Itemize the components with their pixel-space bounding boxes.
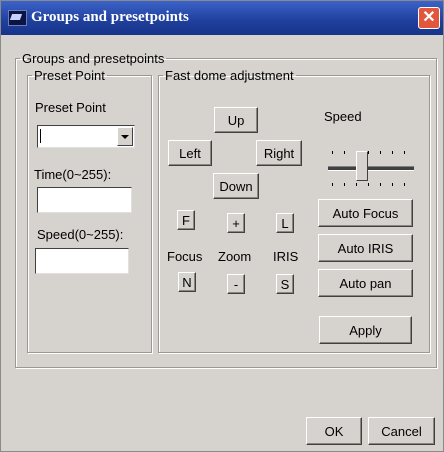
dialog-window: Groups and presetpoints ✕ Groups and pre… bbox=[0, 0, 444, 452]
up-button[interactable]: Up bbox=[214, 107, 258, 133]
time-label: Time(0~255): bbox=[34, 167, 112, 182]
iris-small-button[interactable]: S bbox=[276, 274, 294, 294]
close-icon[interactable]: ✕ bbox=[418, 7, 440, 29]
zoom-in-button[interactable]: + bbox=[227, 213, 245, 233]
text-caret bbox=[40, 129, 41, 143]
left-button[interactable]: Left bbox=[168, 140, 212, 166]
focus-near-button[interactable]: N bbox=[178, 272, 196, 292]
cancel-button[interactable]: Cancel bbox=[368, 417, 435, 445]
iris-large-button[interactable]: L bbox=[276, 213, 294, 233]
auto-pan-button[interactable]: Auto pan bbox=[318, 269, 413, 297]
focus-label: Focus bbox=[167, 249, 203, 264]
apply-button[interactable]: Apply bbox=[319, 316, 412, 344]
app-icon bbox=[8, 10, 27, 26]
iris-label: IRIS bbox=[273, 249, 299, 264]
speed-slider-track[interactable] bbox=[328, 157, 414, 177]
right-button[interactable]: Right bbox=[256, 140, 302, 166]
preset-point-legend: Preset Point bbox=[34, 68, 105, 83]
groups-presetpoints-legend: Groups and presetpoints bbox=[22, 51, 165, 66]
zoom-out-button[interactable]: - bbox=[227, 274, 245, 294]
preset-point-label: Preset Point bbox=[35, 100, 106, 115]
auto-focus-button[interactable]: Auto Focus bbox=[318, 199, 413, 227]
speed-input[interactable] bbox=[35, 248, 129, 274]
chevron-down-icon[interactable] bbox=[117, 127, 133, 146]
down-button[interactable]: Down bbox=[213, 173, 259, 199]
preset-point-select[interactable] bbox=[37, 125, 135, 148]
title-bar[interactable]: Groups and presetpoints ✕ bbox=[1, 1, 443, 35]
ok-button[interactable]: OK bbox=[306, 417, 362, 445]
fast-dome-legend: Fast dome adjustment bbox=[165, 68, 294, 83]
speed-slider-thumb[interactable] bbox=[356, 151, 369, 181]
focus-far-button[interactable]: F bbox=[177, 210, 195, 230]
auto-iris-button[interactable]: Auto IRIS bbox=[318, 234, 413, 262]
speed-value-label: Speed(0~255): bbox=[37, 227, 124, 242]
time-input[interactable] bbox=[37, 187, 132, 213]
window-title: Groups and presetpoints bbox=[31, 9, 189, 25]
speed-label: Speed bbox=[324, 109, 362, 124]
zoom-label: Zoom bbox=[218, 249, 252, 264]
